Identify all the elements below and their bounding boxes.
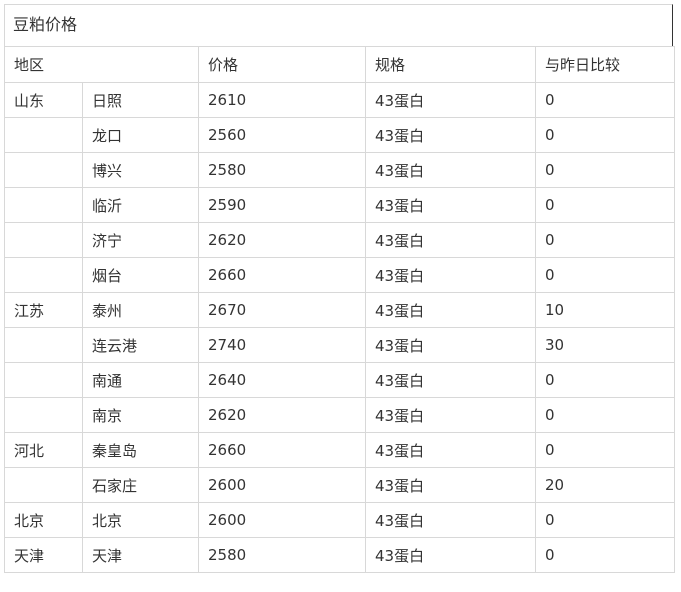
change-cell: 0 bbox=[535, 82, 676, 118]
region-cell: 江苏 bbox=[4, 292, 83, 328]
table-row: 博兴 2580 43蛋白 0 bbox=[4, 152, 676, 188]
change-cell: 30 bbox=[535, 327, 676, 363]
change-cell: 0 bbox=[535, 117, 676, 153]
region-cell bbox=[4, 222, 83, 258]
table-row: 烟台 2660 43蛋白 0 bbox=[4, 257, 676, 293]
region-cell bbox=[4, 327, 83, 363]
table-row: 南通 2640 43蛋白 0 bbox=[4, 362, 676, 398]
spec-cell: 43蛋白 bbox=[365, 502, 537, 538]
city-cell: 龙口 bbox=[81, 117, 200, 153]
table-row: 连云港 2740 43蛋白 30 bbox=[4, 327, 676, 363]
region-cell bbox=[4, 257, 83, 293]
city-cell: 临沂 bbox=[81, 187, 200, 223]
city-cell: 北京 bbox=[81, 502, 200, 538]
spec-cell: 43蛋白 bbox=[365, 117, 537, 153]
change-cell: 0 bbox=[535, 397, 676, 433]
price-cell: 2620 bbox=[198, 397, 367, 433]
region-cell: 河北 bbox=[4, 432, 83, 468]
price-cell: 2640 bbox=[198, 362, 367, 398]
change-cell: 20 bbox=[535, 467, 676, 503]
table-row: 南京 2620 43蛋白 0 bbox=[4, 397, 676, 433]
spec-cell: 43蛋白 bbox=[365, 222, 537, 258]
price-table-container: 豆粕价格 地区 价格 规格 与昨日比较 山东 日照 2610 43蛋白 0 龙口… bbox=[0, 0, 681, 592]
price-table: 地区 价格 规格 与昨日比较 山东 日照 2610 43蛋白 0 龙口 2560… bbox=[3, 46, 676, 573]
table-title: 豆粕价格 bbox=[4, 4, 673, 46]
change-cell: 0 bbox=[535, 502, 676, 538]
spec-cell: 43蛋白 bbox=[365, 397, 537, 433]
table-row: 济宁 2620 43蛋白 0 bbox=[4, 222, 676, 258]
price-cell: 2600 bbox=[198, 502, 367, 538]
city-cell: 石家庄 bbox=[81, 467, 200, 503]
spec-cell: 43蛋白 bbox=[365, 537, 537, 573]
spec-cell: 43蛋白 bbox=[365, 467, 537, 503]
price-cell: 2620 bbox=[198, 222, 367, 258]
price-cell: 2660 bbox=[198, 257, 367, 293]
header-spec: 规格 bbox=[365, 46, 537, 83]
price-cell: 2610 bbox=[198, 82, 367, 118]
header-price: 价格 bbox=[198, 46, 367, 83]
spec-cell: 43蛋白 bbox=[365, 362, 537, 398]
price-cell: 2670 bbox=[198, 292, 367, 328]
table-row: 北京 北京 2600 43蛋白 0 bbox=[4, 502, 676, 538]
table-header-row: 地区 价格 规格 与昨日比较 bbox=[3, 46, 676, 83]
spec-cell: 43蛋白 bbox=[365, 82, 537, 118]
table-row: 天津 天津 2580 43蛋白 0 bbox=[4, 537, 676, 573]
header-region: 地区 bbox=[3, 46, 200, 83]
price-cell: 2660 bbox=[198, 432, 367, 468]
city-cell: 博兴 bbox=[81, 152, 200, 188]
change-cell: 0 bbox=[535, 187, 676, 223]
table-row: 临沂 2590 43蛋白 0 bbox=[4, 187, 676, 223]
spec-cell: 43蛋白 bbox=[365, 152, 537, 188]
table-row: 龙口 2560 43蛋白 0 bbox=[4, 117, 676, 153]
spec-cell: 43蛋白 bbox=[365, 187, 537, 223]
change-cell: 0 bbox=[535, 257, 676, 293]
region-cell bbox=[4, 187, 83, 223]
city-cell: 南通 bbox=[81, 362, 200, 398]
change-cell: 0 bbox=[535, 152, 676, 188]
change-cell: 10 bbox=[535, 292, 676, 328]
city-cell: 秦皇岛 bbox=[81, 432, 200, 468]
city-cell: 日照 bbox=[81, 82, 200, 118]
table-row: 石家庄 2600 43蛋白 20 bbox=[4, 467, 676, 503]
change-cell: 0 bbox=[535, 432, 676, 468]
city-cell: 南京 bbox=[81, 397, 200, 433]
spec-cell: 43蛋白 bbox=[365, 292, 537, 328]
table-row: 河北 秦皇岛 2660 43蛋白 0 bbox=[4, 432, 676, 468]
price-cell: 2740 bbox=[198, 327, 367, 363]
table-row: 山东 日照 2610 43蛋白 0 bbox=[4, 82, 676, 118]
city-cell: 天津 bbox=[81, 537, 200, 573]
header-change: 与昨日比较 bbox=[535, 46, 676, 83]
region-cell bbox=[4, 467, 83, 503]
spec-cell: 43蛋白 bbox=[365, 432, 537, 468]
region-cell bbox=[4, 117, 83, 153]
change-cell: 0 bbox=[535, 537, 676, 573]
price-cell: 2580 bbox=[198, 152, 367, 188]
price-cell: 2590 bbox=[198, 187, 367, 223]
region-cell bbox=[4, 397, 83, 433]
table-row: 江苏 泰州 2670 43蛋白 10 bbox=[4, 292, 676, 328]
spec-cell: 43蛋白 bbox=[365, 327, 537, 363]
region-cell: 天津 bbox=[4, 537, 83, 573]
region-cell: 北京 bbox=[4, 502, 83, 538]
change-cell: 0 bbox=[535, 222, 676, 258]
change-cell: 0 bbox=[535, 362, 676, 398]
region-cell bbox=[4, 362, 83, 398]
spec-cell: 43蛋白 bbox=[365, 257, 537, 293]
region-cell bbox=[4, 152, 83, 188]
city-cell: 连云港 bbox=[81, 327, 200, 363]
city-cell: 济宁 bbox=[81, 222, 200, 258]
region-cell: 山东 bbox=[4, 82, 83, 118]
price-cell: 2560 bbox=[198, 117, 367, 153]
price-cell: 2580 bbox=[198, 537, 367, 573]
city-cell: 泰州 bbox=[81, 292, 200, 328]
city-cell: 烟台 bbox=[81, 257, 200, 293]
price-cell: 2600 bbox=[198, 467, 367, 503]
